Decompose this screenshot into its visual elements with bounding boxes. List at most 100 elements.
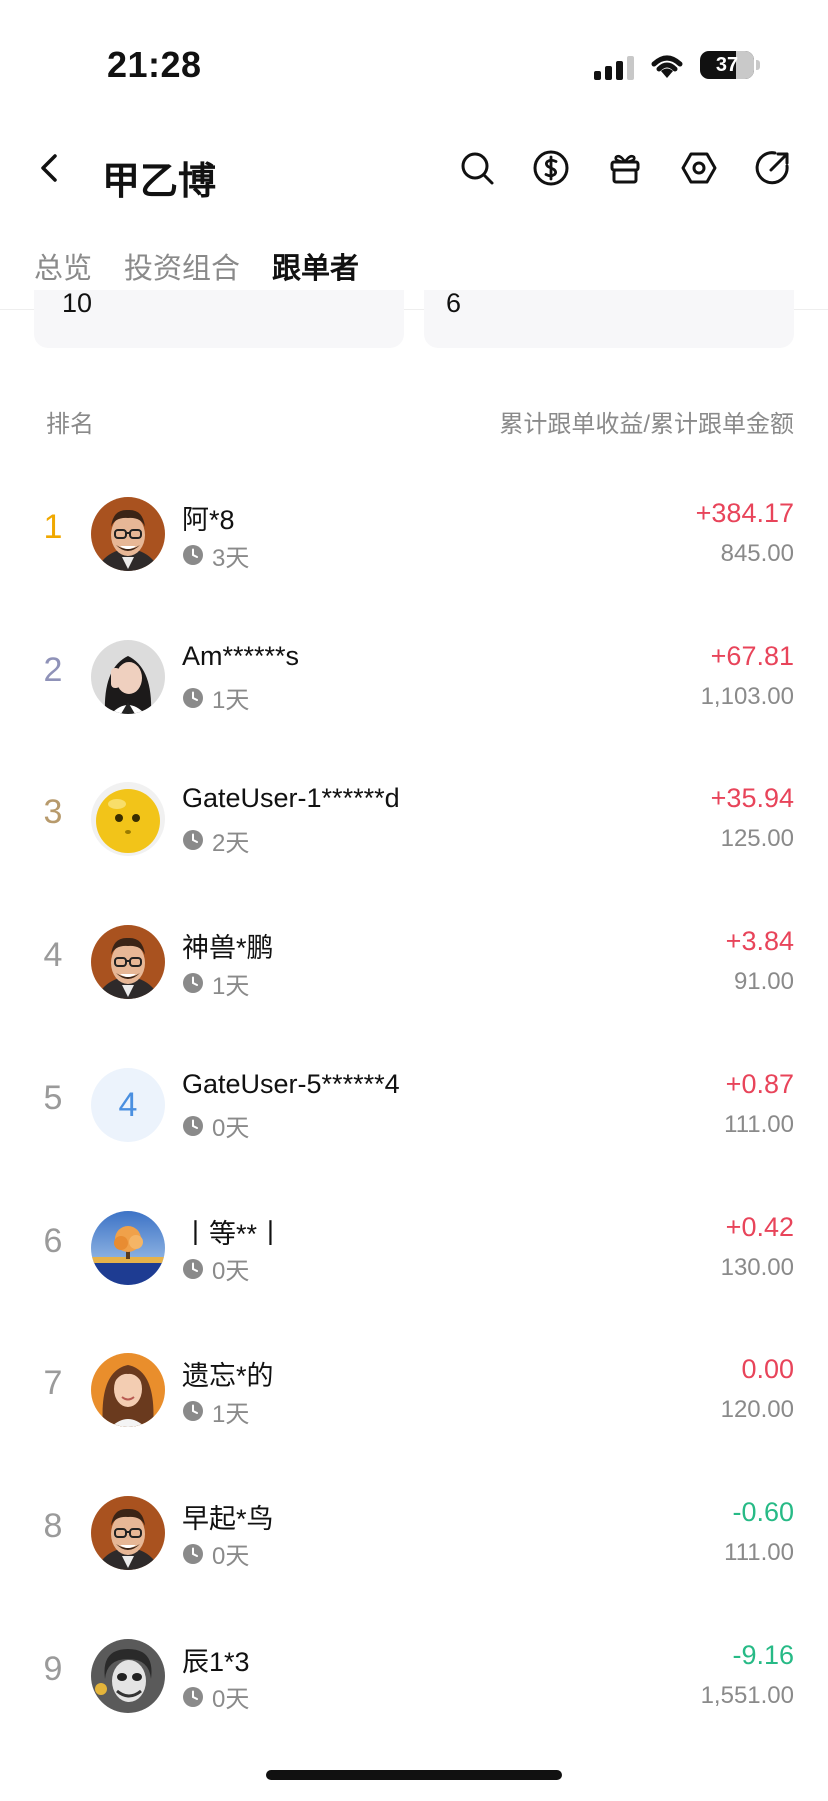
avatar-man-glasses[interactable]	[91, 1495, 165, 1570]
follower-name: 辰1*3	[182, 1646, 250, 1677]
duration-days: 3天	[212, 544, 250, 572]
cumulative-amount: 130.00	[720, 1253, 794, 1281]
summary-right-value: 6	[446, 288, 462, 318]
avatar-joker-bw[interactable]	[91, 1638, 165, 1713]
summary-card-right: 6	[424, 288, 794, 348]
search-icon[interactable]	[458, 149, 496, 187]
tab-followers[interactable]: 跟单者	[272, 245, 359, 287]
duration-days: 2天	[212, 829, 250, 857]
follower-row-1[interactable]: 1 阿*8 3天 +384.17 845.00	[0, 462, 828, 604]
back-arrow-icon[interactable]	[30, 148, 70, 188]
follow-duration: 1天	[182, 683, 250, 715]
status-time: 21:28	[107, 44, 202, 85]
cumulative-profit: +384.17	[695, 498, 794, 528]
cumulative-amount: 111.00	[724, 1538, 794, 1566]
follow-duration: 0天	[182, 1254, 250, 1285]
follow-duration: 3天	[182, 540, 250, 572]
cumulative-amount: 111.00	[724, 1110, 794, 1138]
clock-icon	[183, 545, 203, 565]
share-icon[interactable]	[754, 149, 792, 187]
follower-row-4[interactable]: 4 神兽*鹏 1天 +3.84 91.00	[0, 890, 828, 1032]
follower-name: GateUser-1******d	[182, 783, 400, 814]
cumulative-amount: 845.00	[720, 540, 794, 567]
cumulative-amount: 120.00	[720, 1396, 794, 1424]
follower-name: 阿*8	[182, 505, 235, 535]
duration-days: 0天	[212, 1543, 250, 1571]
clock-icon	[183, 1115, 203, 1136]
follow-duration: 0天	[182, 1682, 250, 1714]
cumulative-profit: +35.94	[710, 783, 794, 814]
status-bar: 21:28 37	[0, 0, 828, 120]
cumulative-amount: 125.00	[720, 825, 794, 853]
follower-row-5[interactable]: 5 4 GateUser-5******4 0天 +0.87 111.00	[0, 1033, 828, 1175]
battery-level: 37	[715, 54, 739, 76]
clock-icon	[183, 1401, 203, 1422]
follower-name: 早起*鸟	[182, 1503, 274, 1534]
page-title: 甲乙博	[102, 161, 217, 203]
cumulative-profit: +67.81	[710, 640, 794, 671]
follower-name: 神兽*鹏	[182, 933, 274, 964]
tab-overview[interactable]: 总览	[34, 245, 92, 287]
avatar-tree-landscape[interactable]	[91, 1210, 165, 1285]
avatar-man-glasses[interactable]	[91, 497, 165, 571]
avatar-letter: 4	[118, 1085, 138, 1124]
duration-days: 1天	[212, 1400, 250, 1428]
cumulative-profit: +3.84	[725, 926, 794, 957]
rank-number: 9	[43, 1649, 63, 1688]
rank-column-header: 排名	[46, 411, 94, 438]
page: 21:28 37 甲乙博 总览 投资组合 跟单者 10 6 排名 累计跟单收益/…	[0, 0, 828, 1801]
follower-row-3[interactable]: 3 GateUser-1******d 2天 +35.94 125.00	[0, 747, 828, 889]
avatar-man-glasses[interactable]	[91, 925, 165, 1000]
rank-number: 8	[43, 1506, 63, 1545]
follower-row-2[interactable]: 2 Am******s 1天 +67.81 1,103.00	[0, 605, 828, 747]
duration-days: 0天	[212, 1258, 250, 1285]
gift-icon[interactable]	[606, 149, 644, 187]
follower-name: GateUser-5******4	[182, 1068, 400, 1099]
tab-portfolio[interactable]: 投资组合	[124, 245, 240, 287]
battery-icon: 37	[700, 51, 754, 79]
follower-row-8[interactable]: 8 早起*鸟 0天 -0.60 111.00	[0, 1461, 828, 1603]
cellular-signal-icon	[594, 54, 634, 80]
clock-icon	[183, 1543, 203, 1564]
clock-icon	[183, 1686, 203, 1707]
cumulative-amount: 91.00	[733, 968, 794, 996]
avatar-woman-portrait[interactable]	[91, 1353, 165, 1428]
wifi-icon	[651, 55, 683, 78]
follow-duration: 0天	[182, 1111, 249, 1142]
follower-row-6[interactable]: 6 丨等**丨 0天 +0.42 130.00	[0, 1176, 828, 1318]
summary-left-value: 10	[62, 288, 93, 318]
summary-card-left: 10	[34, 288, 404, 348]
rank-number: 7	[43, 1364, 63, 1403]
avatar-yellow-toy[interactable]	[91, 782, 165, 857]
cumulative-profit: 0.00	[741, 1354, 794, 1385]
clock-icon	[183, 973, 203, 994]
value-column-header: 累计跟单收益/累计跟单金额	[499, 411, 794, 438]
follow-duration: 1天	[182, 1396, 250, 1428]
duration-days: 1天	[212, 972, 250, 1000]
dollar-icon[interactable]	[532, 149, 570, 187]
follow-duration: 2天	[182, 825, 250, 857]
clock-icon	[183, 830, 203, 851]
rank-number: 3	[43, 793, 63, 832]
rank-number: 2	[43, 650, 63, 689]
cumulative-profit: -9.16	[732, 1639, 794, 1670]
settings-hexagon-icon[interactable]	[680, 149, 718, 187]
rank-number: 6	[43, 1221, 63, 1260]
cumulative-amount: 1,551.00	[700, 1681, 794, 1709]
follower-name: 遗忘*的	[182, 1361, 274, 1392]
duration-days: 0天	[212, 1686, 250, 1714]
duration-days: 1天	[212, 687, 250, 715]
follower-name: 丨等**丨	[182, 1218, 285, 1249]
clock-icon	[183, 687, 203, 708]
clock-icon	[183, 1258, 203, 1279]
follower-row-7[interactable]: 7 遗忘*的 1天 0.00 120.00	[0, 1318, 828, 1460]
cumulative-profit: +0.42	[725, 1211, 794, 1242]
follower-name: Am******s	[182, 640, 300, 671]
rank-number: 1	[43, 508, 63, 546]
follower-row-9[interactable]: 9 辰1*3 0天 -9.16 1,551.00	[0, 1604, 828, 1746]
cumulative-amount: 1,103.00	[700, 682, 794, 710]
avatar-letter[interactable]: 4	[91, 1067, 165, 1142]
avatar-girl-photo[interactable]	[91, 639, 165, 714]
follow-duration: 1天	[182, 968, 250, 1000]
rank-number: 4	[43, 936, 63, 975]
